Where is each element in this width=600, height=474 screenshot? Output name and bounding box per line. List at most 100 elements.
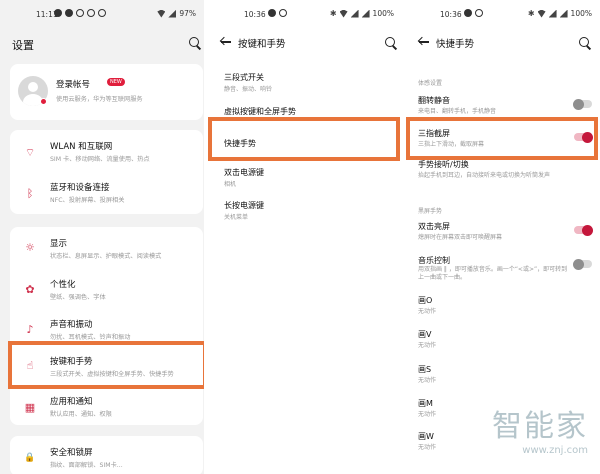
back-arrow-icon[interactable] (220, 36, 232, 48)
row-title: 画V (418, 330, 432, 339)
search-icon[interactable] (384, 36, 398, 50)
toggle-switch[interactable] (574, 224, 593, 236)
status-bar: 10:36 ✱ 100% (404, 0, 600, 24)
item-sub: SIM 卡、移动网络、流量使用、热点 (50, 156, 150, 163)
apps-icon: ▦ (24, 400, 36, 414)
row-title: 手势接听/切换 (418, 160, 469, 169)
display-icon: ☼ (25, 240, 35, 254)
setting-row-gesture-answer[interactable]: 手势接听/切换 抬起手机到耳边，自动接听来电或切换为听筒发声 (404, 157, 600, 183)
row-sub: 无动作 (418, 308, 437, 315)
wifi-signal-icon (339, 9, 348, 18)
personalize-icon: ✿ (25, 282, 35, 296)
setting-item-display[interactable]: ☼ 显示 状态栏、息屏显示、护眼模式、阅读模式 (10, 227, 203, 267)
setting-item-sound[interactable]: ♪ 声音和振动 勿扰、耳机模式、铃声和振动 (10, 307, 203, 343)
setting-row-double-tap-wake[interactable]: 双击亮屏 熄屏时在屏幕双击即可唤醒屏幕 (404, 218, 600, 246)
bluetooth-icon: ᛒ (26, 186, 34, 200)
row-title: 双击亮屏 (418, 222, 450, 231)
search-icon[interactable] (578, 36, 592, 50)
notification-icons (464, 9, 483, 17)
cell-signal-icon (559, 9, 568, 18)
gesture-row-o[interactable]: 画O 无动作 (404, 292, 600, 320)
row-sub: 抬起手机到耳边，自动接听来电或切换为听筒发声 (418, 172, 551, 179)
account-card[interactable]: 登录帐号 NEW 使用云服务，华为等互联网服务 (10, 64, 203, 120)
cell-signal-icon (548, 9, 557, 18)
network-card: ⌔ WLAN 和互联网 SIM 卡、移动网络、流量使用、热点 ᛒ 蓝牙和设备连接… (10, 130, 203, 214)
row-sub: 无动作 (418, 377, 437, 384)
item-title: 显示 (50, 239, 68, 249)
item-sub: NFC、投射屏幕、投屏相关 (50, 197, 125, 204)
notification-icon (76, 9, 84, 17)
wifi-signal-icon (537, 9, 546, 18)
security-card[interactable]: 🔒 安全和锁屏 指纹、面部解锁、SIM卡... (10, 436, 203, 474)
notification-icon (475, 9, 483, 17)
item-title: 虚拟按键和全屏手势 (224, 107, 296, 116)
cell-signal-icon (361, 9, 370, 18)
setting-row-flip-mute[interactable]: 翻转静音 来电目、翻转手机，手机静音 (404, 92, 600, 120)
account-title: 登录帐号 (56, 80, 91, 90)
item-title: WLAN 和互联网 (50, 142, 113, 152)
highlight-box (406, 117, 598, 160)
row-sub: 熄屏时在屏幕双击即可唤醒屏幕 (418, 234, 503, 241)
battery-text: 97% (179, 9, 196, 18)
status-bar: 10:36 ✱ 100% (206, 0, 402, 24)
row-title: 画O (418, 296, 433, 305)
system-card: ☼ 显示 状态栏、息屏显示、护眼模式、阅读模式 ✿ 个性化 壁纸、强调色、字体 … (10, 227, 203, 425)
back-arrow-icon[interactable] (418, 36, 430, 48)
notification-icon (87, 9, 95, 17)
status-bar: 11:11 97% (0, 0, 204, 24)
row-title: 画M (418, 399, 433, 408)
item-title: 个性化 (50, 280, 76, 290)
notification-icon (65, 9, 73, 17)
row-title: 画S (418, 365, 432, 374)
list-item[interactable]: 长按电源键 关机菜单 (206, 195, 402, 225)
row-sub: 无动作 (418, 342, 437, 349)
page-title: 按键和手势 (238, 39, 286, 50)
item-title: 应用和通知 (50, 397, 93, 407)
item-sub: 关机菜单 (224, 214, 249, 221)
item-sub: 默认应用、通知、权限 (50, 411, 112, 418)
list-item[interactable]: 三段式开关 静音、振动、响铃 (206, 68, 402, 96)
item-title: 三段式开关 (224, 73, 264, 82)
notification-icons (54, 9, 106, 17)
item-title: 双击电源键 (224, 168, 264, 177)
new-badge: NEW (107, 78, 125, 86)
highlight-box (8, 341, 204, 389)
gesture-row-v[interactable]: 画V 无动作 (404, 326, 600, 354)
lock-icon: 🔒 (24, 452, 36, 463)
status-time: 10:36 (440, 10, 462, 19)
wifi-icon: ⌔ (24, 145, 36, 159)
vibrate-icon: ✱ (527, 8, 535, 18)
item-title: 声音和振动 (50, 320, 93, 330)
item-sub: 壁纸、强调色、字体 (50, 294, 106, 301)
item-sub: 静音、振动、响铃 (224, 86, 273, 93)
item-title: 蓝牙和设备连接 (50, 183, 110, 193)
setting-item-wlan[interactable]: ⌔ WLAN 和互联网 SIM 卡、移动网络、流量使用、热点 (10, 130, 203, 172)
search-icon[interactable] (188, 36, 202, 50)
wifi-signal-icon (157, 9, 166, 18)
notification-icon (268, 9, 276, 17)
setting-item-bluetooth[interactable]: ᛒ 蓝牙和设备连接 NFC、投射屏幕、投屏相关 (10, 172, 203, 214)
row-sub: 无动作 (418, 411, 437, 418)
setting-item-apps[interactable]: ▦ 应用和通知 默认应用、通知、权限 (10, 387, 203, 425)
section-header: 体感设置 (418, 80, 443, 87)
toggle-switch[interactable] (573, 98, 592, 110)
setting-row-music-control[interactable]: 音乐控制 用双指画 ‖ ，即可播放音乐。画一个“<或>”，即可转到上一曲或下一曲… (404, 252, 600, 288)
watermark-url: www.znj.com (522, 445, 588, 456)
cell-signal-icon (350, 9, 359, 18)
item-sub: 勿扰、耳机模式、铃声和振动 (50, 334, 131, 341)
cell-signal-icon (168, 9, 177, 18)
gesture-row-s[interactable]: 画S 无动作 (404, 361, 600, 389)
setting-item-personalize[interactable]: ✿ 个性化 壁纸、强调色、字体 (10, 267, 203, 307)
row-sub: 无动作 (418, 444, 437, 451)
notification-dot (40, 98, 47, 105)
page-title: 快捷手势 (436, 39, 475, 50)
buttons-gestures-panel: 10:36 ✱ 100% 按键和手势 三段式开关 静音、振动、响铃 虚拟按键和全… (206, 0, 402, 474)
row-sub: 用双指画 ‖ ，即可播放音乐。画一个“<或>”，即可转到上一曲或下一曲。 (418, 266, 568, 281)
item-sub: 相机 (224, 181, 237, 188)
notification-icons (268, 9, 287, 17)
row-sub: 来电目、翻转手机，手机静音 (418, 108, 497, 115)
row-title: 画W (418, 432, 434, 441)
item-sub: 状态栏、息屏显示、护眼模式、阅读模式 (50, 253, 162, 260)
list-item[interactable]: 双击电源键 相机 (206, 162, 402, 192)
toggle-switch[interactable] (573, 258, 592, 270)
